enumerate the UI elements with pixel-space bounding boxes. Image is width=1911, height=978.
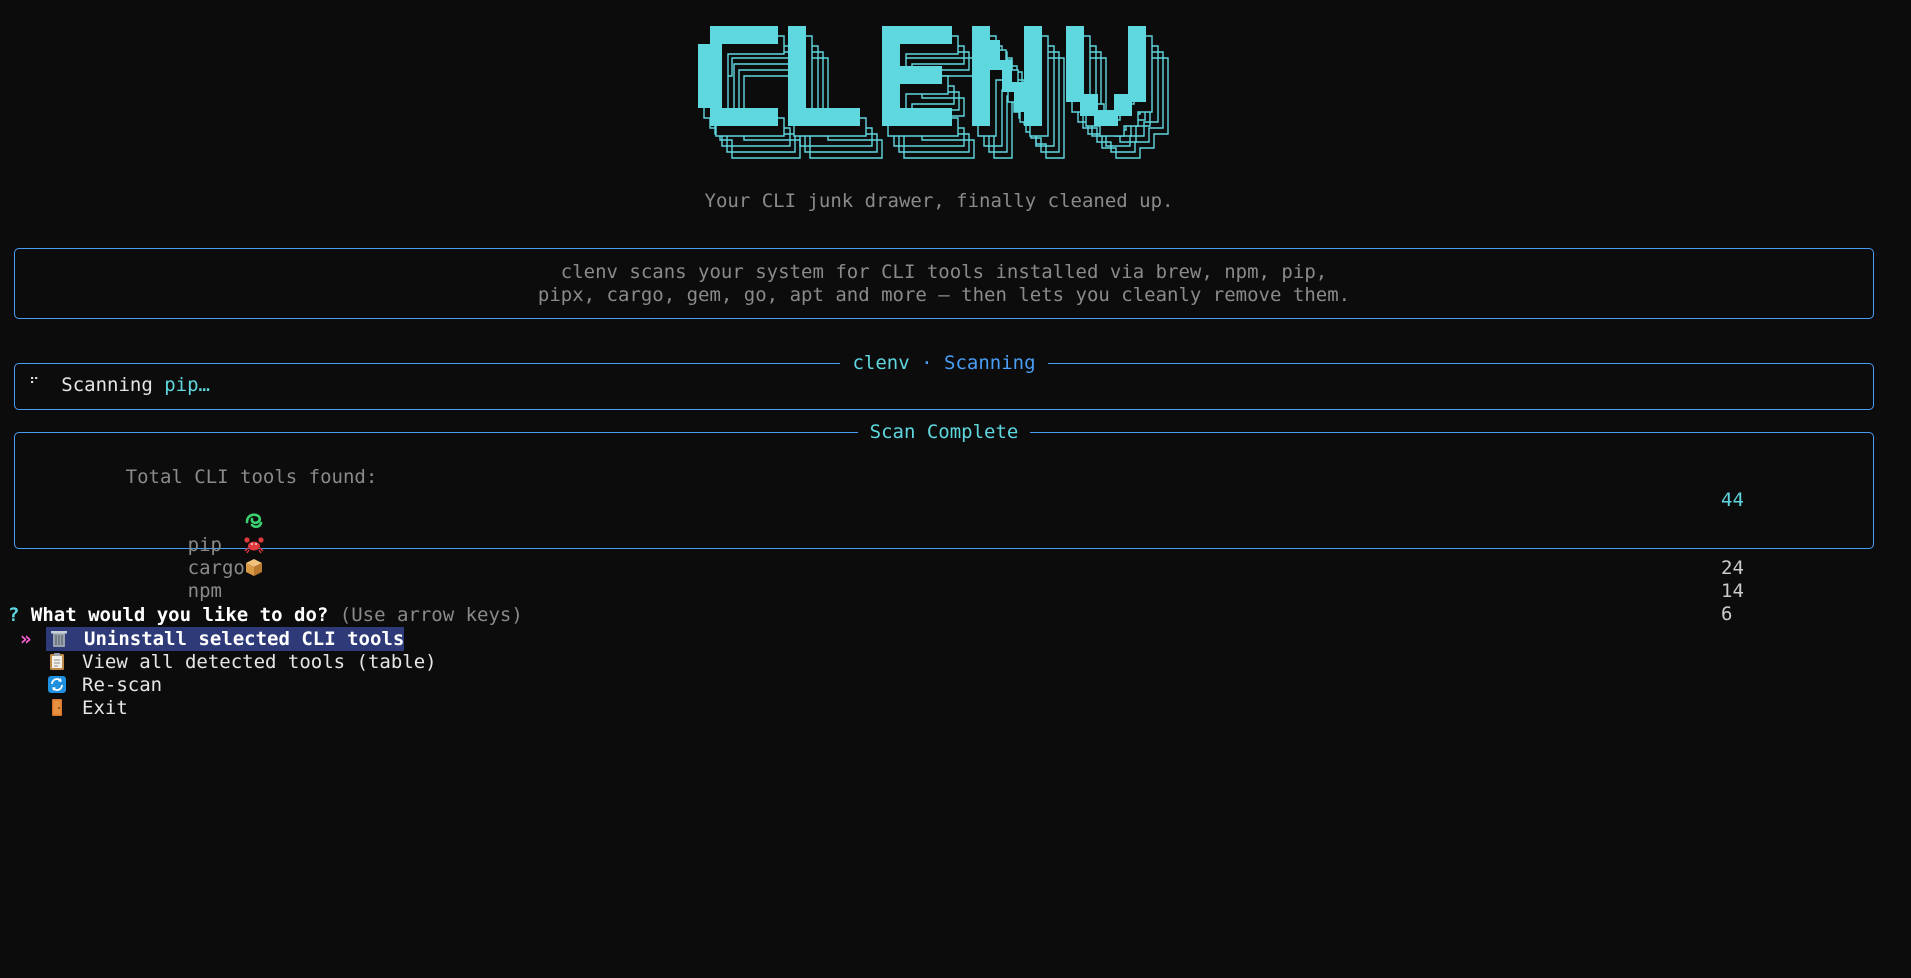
scan-status-target: pip…	[164, 374, 210, 396]
scan-title-separator: ·	[921, 352, 933, 374]
manager-count: 6	[1721, 603, 1733, 625]
menu-item-exit[interactable]: Exit	[20, 697, 437, 720]
logo-graphic	[698, 26, 1169, 159]
scan-title-status: Scanning	[944, 352, 1036, 374]
scan-complete-panel: Scan Complete Total CLI tools found: 44 …	[14, 421, 1874, 625]
refresh-icon	[46, 675, 68, 694]
menu-item-rescan[interactable]: Re-scan	[20, 674, 437, 697]
prompt-hint: (Use arrow keys)	[339, 604, 523, 626]
scan-status-row: ⠋ Scanning pip…	[29, 374, 210, 396]
package-box-icon	[152, 535, 263, 576]
info-line-2: pipx, cargo, gem, go, apt and more — the…	[537, 284, 1351, 306]
clipboard-icon	[46, 652, 68, 671]
menu-item-label: Exit	[82, 697, 128, 719]
scan-title-app: clenv	[852, 352, 910, 374]
scan-panel: clenv · Scanning ⠋ Scanning pip…	[14, 352, 1874, 410]
menu-item-view-table[interactable]: View all detected tools (table)	[20, 651, 437, 674]
door-icon	[46, 698, 68, 717]
menu-item-uninstall[interactable]: » Uninstall selected CLI tools	[20, 627, 437, 651]
info-line-1: clenv scans your system for CLI tools in…	[560, 261, 1328, 283]
prompt-mark: ?	[8, 604, 20, 626]
manager-name: npm	[187, 580, 222, 602]
trash-can-icon	[48, 629, 70, 648]
prompt-question: What would you like to do?	[30, 604, 329, 626]
app-logo	[690, 26, 1210, 166]
info-panel: clenv scans your system for CLI tools in…	[14, 248, 1874, 319]
action-prompt: ? What would you like to do? (Use arrow …	[8, 604, 523, 627]
spinner-icon: ⠋	[29, 376, 40, 392]
action-menu[interactable]: » Uninstall selected CLI tools View all d…	[20, 627, 437, 720]
tagline: Your CLI junk drawer, finally cleaned up…	[704, 190, 1174, 212]
terminal-window: Your CLI junk drawer, finally cleaned up…	[0, 0, 1911, 978]
menu-item-label: Uninstall selected CLI tools	[84, 628, 405, 650]
scan-complete-title: Scan Complete	[15, 420, 1873, 444]
selection-pointer: »	[20, 628, 32, 650]
scan-status-prefix: Scanning	[61, 374, 165, 396]
scan-panel-title: clenv · Scanning	[15, 351, 1873, 375]
menu-item-label: Re-scan	[82, 674, 163, 696]
menu-item-label: View all detected tools (table)	[82, 651, 437, 673]
